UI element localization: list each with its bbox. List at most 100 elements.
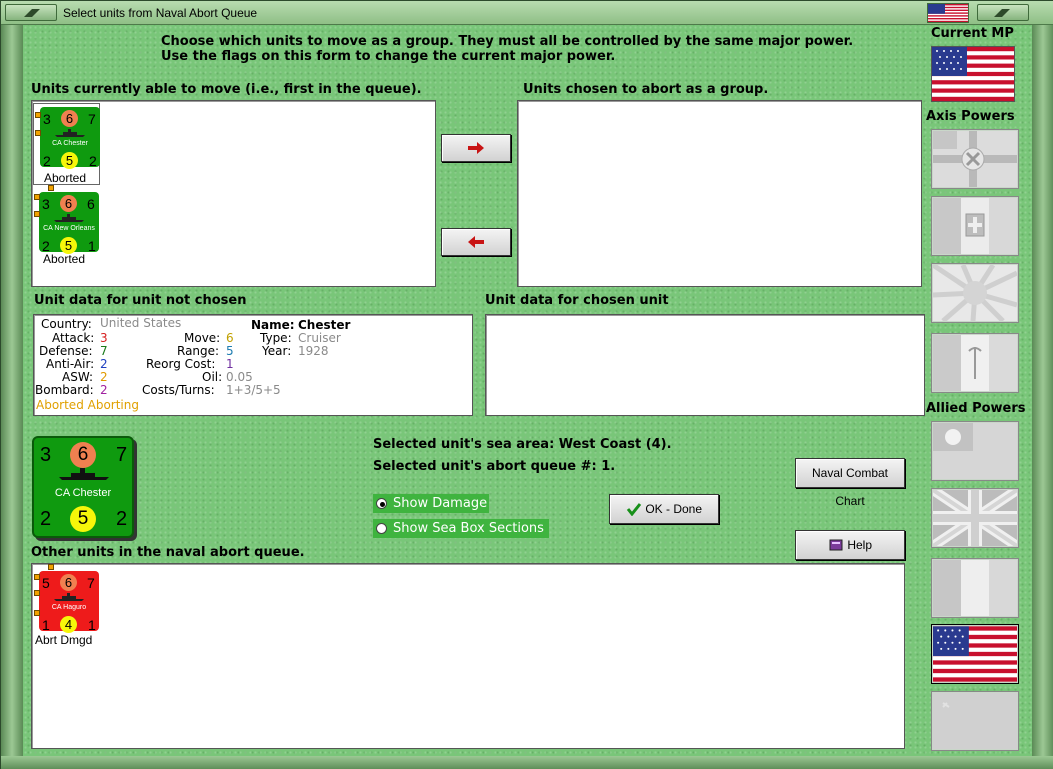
chosen-unit-data-panel — [485, 314, 925, 416]
antiair-key: Anti-Air: — [46, 357, 95, 371]
ussr-flag-icon — [933, 693, 1017, 749]
defense-key: Defense: — [39, 344, 93, 358]
axis-powers-label: Axis Powers — [926, 109, 1015, 124]
status-marker — [34, 211, 40, 217]
unit-status: Aborted — [44, 171, 87, 185]
italy-flag-icon — [933, 198, 1017, 254]
country-value: United States — [100, 316, 182, 330]
show-sea-box-radio[interactable]: Show Sea Box Sections — [373, 519, 549, 538]
japan-rising-sun-icon — [933, 265, 1017, 321]
counter-name: CA Chester — [52, 140, 88, 147]
name-value: Chester — [298, 318, 351, 332]
minimize-button[interactable] — [977, 4, 1029, 21]
counter-value: 7 — [88, 111, 96, 127]
unit-counter-haguro[interactable]: 5 6 7 CA Haguro 1 4 1 — [39, 571, 99, 633]
counter-value: 7 — [87, 575, 95, 591]
right-list-label: Units chosen to abort as a group. — [523, 82, 769, 97]
status-marker — [35, 112, 41, 118]
year-value: 1928 — [298, 344, 329, 358]
status-marker — [34, 610, 40, 616]
list-item[interactable]: 3 6 6 CA New Orleans 2 5 1 Aborted — [33, 185, 100, 269]
frame-left — [1, 25, 23, 769]
sea-area-info: Selected unit's sea area: West Coast (4)… — [373, 437, 672, 452]
unit-counter-new-orleans[interactable]: 3 6 6 CA New Orleans 2 5 1 — [39, 192, 99, 254]
unit-status: Aborted — [43, 252, 86, 266]
costs-key: Costs/Turns: — [142, 383, 215, 397]
counter-aa: 2 — [43, 153, 51, 169]
frame-right — [1032, 25, 1053, 769]
counter-aa: 1 — [42, 617, 50, 633]
counter-move: 4 — [60, 616, 77, 633]
ussr-flag-button[interactable] — [931, 691, 1019, 751]
counter-range: 1 — [88, 617, 96, 633]
country-key: Country: — [41, 317, 92, 331]
uk-flag-button[interactable] — [931, 488, 1019, 548]
naval-combat-chart-button[interactable]: Naval Combat Chart — [795, 458, 905, 508]
ok-done-label: OK - Done — [645, 502, 703, 516]
costs-value: 1+3/5+5 — [226, 383, 281, 397]
counter-value: 7 — [116, 444, 128, 466]
window-title: Select units from Naval Abort Queue — [63, 6, 258, 20]
checkmark-icon — [626, 503, 642, 517]
help-button[interactable]: Help — [795, 530, 905, 560]
antiair-value: 2 — [100, 357, 108, 371]
japan-flag-button[interactable] — [931, 263, 1019, 323]
counter-range: 2 — [116, 508, 128, 530]
us-flag-icon — [933, 626, 1017, 682]
unit-data-right-label: Unit data for chosen unit — [485, 293, 669, 308]
reorg-key: Reorg Cost: — [146, 357, 216, 371]
vichy-flag-button[interactable] — [931, 333, 1019, 393]
range-value: 5 — [226, 344, 234, 358]
move-left-button[interactable] — [441, 228, 511, 256]
france-flag-button[interactable] — [931, 558, 1019, 618]
unit-data-left-label: Unit data for unit not chosen — [34, 293, 247, 308]
counter-move: 5 — [70, 506, 96, 532]
instructions-line1: Choose which units to move as a group. T… — [161, 34, 854, 49]
chosen-units-list[interactable] — [517, 100, 922, 287]
france-flag-icon — [933, 560, 1017, 616]
title-bar: Select units from Naval Abort Queue — [1, 1, 1053, 25]
move-value: 6 — [226, 331, 234, 345]
counter-move: 5 — [61, 152, 78, 169]
unit-status: Abrt Dmgd — [35, 633, 93, 647]
attack-key: Attack: — [52, 331, 95, 345]
show-damage-radio[interactable]: Show Damage — [373, 494, 489, 513]
range-key: Range: — [177, 344, 220, 358]
reorg-value: 1 — [226, 357, 234, 371]
name-key: Name: — [251, 318, 295, 332]
type-key: Type: — [260, 331, 292, 345]
status-marker — [34, 574, 40, 580]
italy-flag-button[interactable] — [931, 196, 1019, 256]
bombard-value: 2 — [100, 383, 108, 397]
instructions-line2: Use the flags on this form to change the… — [161, 49, 616, 64]
movable-units-list[interactable]: 3 6 7 CA Chester 2 5 2 Aborted 3 6 6 CA … — [31, 100, 436, 287]
type-value: Cruiser — [298, 331, 341, 345]
move-right-button[interactable] — [441, 134, 511, 162]
china-flag-icon — [933, 423, 1017, 479]
abort-queue-list[interactable]: 5 6 7 CA Haguro 1 4 1 Abrt Dmgd — [31, 563, 905, 749]
book-icon — [829, 539, 843, 551]
oil-value: 0.05 — [226, 370, 253, 384]
show-sea-box-label: Show Sea Box Sections — [393, 521, 544, 536]
china-flag-button[interactable] — [931, 421, 1019, 481]
attack-value: 3 — [100, 331, 108, 345]
usa-flag-button[interactable] — [931, 624, 1019, 684]
germany-flag-button[interactable] — [931, 129, 1019, 189]
ship-icon — [55, 129, 85, 137]
counter-defense: 6 — [70, 442, 96, 468]
asw-value: 2 — [100, 370, 108, 384]
counter-name: CA Haguro — [51, 604, 87, 611]
uk-flag-icon — [933, 490, 1017, 546]
list-item-selected[interactable]: 3 6 7 CA Chester 2 5 2 Aborted — [33, 103, 100, 185]
window: Select units from Naval Abort Queue Choo… — [0, 0, 1053, 769]
list-item[interactable]: 5 6 7 CA Haguro 1 4 1 Abrt Dmgd — [33, 564, 100, 648]
counter-range: 1 — [88, 238, 96, 254]
unit-data-panel: Country: United States Attack: 3 Defense… — [33, 314, 473, 416]
counter-name: CA Chester — [54, 487, 112, 499]
us-flag-icon — [932, 47, 1014, 101]
arrow-right-icon — [468, 142, 484, 154]
defense-value: 7 — [100, 344, 108, 358]
system-menu-button[interactable] — [5, 4, 57, 21]
unit-counter-chester[interactable]: 3 6 7 CA Chester 2 5 2 — [40, 107, 100, 169]
ok-done-button[interactable]: OK - Done — [609, 494, 719, 524]
